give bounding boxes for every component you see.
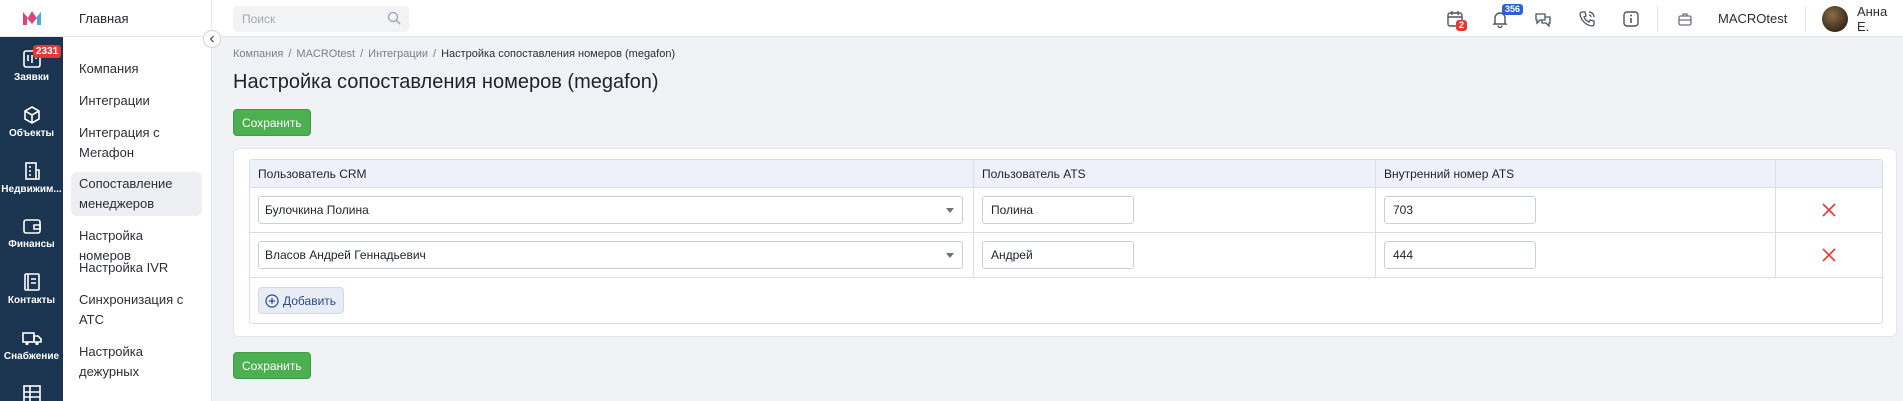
chat-icon xyxy=(1535,13,1551,28)
rail-item-label: Объекты xyxy=(8,128,55,139)
table-header-row: Пользователь CRM Пользователь ATS Внутре… xyxy=(250,160,1882,188)
crm-user-select[interactable]: Булочкина Полина xyxy=(258,196,963,224)
company-name[interactable]: MACROtest xyxy=(1718,0,1787,37)
avatar xyxy=(1822,5,1848,32)
logo-icon xyxy=(22,11,41,25)
add-row-button[interactable]: Добавить xyxy=(258,287,345,314)
page-title: Настройка сопоставления номеров (megafon… xyxy=(233,71,659,93)
crm-user-select[interactable]: Власов Андрей Геннадьевич xyxy=(258,241,963,269)
topbar-divider xyxy=(1657,6,1658,32)
topbar-divider xyxy=(1805,6,1806,32)
delete-row-icon[interactable] xyxy=(1822,203,1836,217)
column-header-actions xyxy=(1776,160,1882,187)
column-header-crm-user: Пользователь CRM xyxy=(250,160,974,187)
add-row-label: Добавить xyxy=(283,293,337,308)
crm-user-cell: Булочкина Полина xyxy=(250,188,974,232)
settings-sidebar: Главная Компания Интеграции Интеграция с… xyxy=(63,0,212,401)
phone-icon xyxy=(1579,11,1595,27)
contacts-icon xyxy=(23,273,40,291)
calendar-button[interactable]: 2 xyxy=(1445,9,1468,31)
plus-circle-icon xyxy=(265,293,279,308)
notifications-badge: 356 xyxy=(1502,4,1524,15)
rail-item-label: Снабжение xyxy=(3,351,60,362)
delete-row-icon[interactable] xyxy=(1822,248,1836,262)
breadcrumb-item[interactable]: Интеграции xyxy=(368,48,428,60)
breadcrumb-item[interactable]: MACROtest xyxy=(296,48,355,60)
chevron-down-icon xyxy=(946,208,954,213)
crm-user-value: Власов Андрей Геннадьевич xyxy=(265,248,426,262)
collapse-sidebar-button[interactable] xyxy=(203,30,221,48)
search-icon xyxy=(387,11,401,25)
sidebar-header[interactable]: Главная xyxy=(63,0,211,37)
rail-item-more[interactable] xyxy=(0,384,63,401)
wallet-icon xyxy=(22,219,41,234)
ats-user-cell xyxy=(974,188,1376,232)
user-name: Анна Е. xyxy=(1856,3,1888,34)
sidebar-item-ivr[interactable]: Настройка IVR xyxy=(71,258,202,278)
mapping-table: Пользователь CRM Пользователь ATS Внутре… xyxy=(249,159,1883,324)
top-bar: Поиск 2 356 MACROtest Анна Е. xyxy=(212,0,1903,37)
sidebar-item-megafon[interactable]: Интеграция с Мегафон xyxy=(71,123,202,163)
notifications-button[interactable]: 356 xyxy=(1490,4,1524,29)
column-header-ats-ext: Внутренний номер ATS xyxy=(1376,160,1776,187)
ats-ext-cell xyxy=(1376,233,1776,277)
building-icon xyxy=(24,162,40,180)
breadcrumb: Компания / MACROtest / Интеграции / Настройка … xyxy=(233,48,676,60)
breadcrumb-current: Настройка сопоставления номеров (megafon… xyxy=(441,48,676,60)
breadcrumb-item[interactable]: Компания xyxy=(233,48,283,60)
rail-item-realty[interactable]: Недвижим... xyxy=(0,161,63,195)
sidebar-item-duty[interactable]: Настройка дежурных xyxy=(71,342,202,382)
table-row: Булочкина Полина xyxy=(250,188,1882,233)
rail-item-label: Заявки xyxy=(14,72,49,83)
sidebar-item-company[interactable]: Компания xyxy=(71,59,202,79)
rail-item-objects[interactable]: Объекты xyxy=(0,105,63,139)
rail-item-supply[interactable]: Снабжение xyxy=(0,328,63,362)
table-footer-row: Добавить xyxy=(250,278,1882,323)
chat-button[interactable] xyxy=(1533,9,1553,29)
table-row: Власов Андрей Геннадьевич xyxy=(250,233,1882,278)
rail-item-finance[interactable]: Финансы xyxy=(0,216,63,250)
app-logo[interactable] xyxy=(0,0,63,37)
mapping-card: Пользователь CRM Пользователь ATS Внутре… xyxy=(233,148,1897,337)
info-button[interactable] xyxy=(1621,9,1641,29)
rail-item-label: Финансы xyxy=(8,239,55,250)
actions-cell xyxy=(1776,233,1882,277)
rail-item-label: Недвижим... xyxy=(1,184,62,195)
truck-icon xyxy=(21,332,42,346)
rail-item-contacts[interactable]: Контакты xyxy=(0,272,63,306)
sidebar-item-manager-mapping[interactable]: Сопоставление менеджеров xyxy=(71,172,202,216)
info-icon xyxy=(1623,11,1639,27)
rail-item-label: Контакты xyxy=(7,295,56,306)
company-icon-wrap xyxy=(1675,9,1695,29)
calendar-badge: 2 xyxy=(1456,20,1468,31)
search-input[interactable]: Поиск xyxy=(233,6,409,32)
column-header-ats-user: Пользователь ATS xyxy=(974,160,1376,187)
grid-icon xyxy=(22,385,41,401)
main-nav-rail: 2331 Заявки Объекты Недвижим... Финансы … xyxy=(0,0,63,401)
user-menu[interactable]: Анна Е. xyxy=(1822,0,1903,37)
chevron-left-icon xyxy=(209,35,214,43)
phone-button[interactable] xyxy=(1577,9,1597,29)
ats-user-cell xyxy=(974,233,1376,277)
sidebar-item-integrations[interactable]: Интеграции xyxy=(71,91,202,111)
ats-ext-input[interactable] xyxy=(1384,241,1536,269)
ats-user-input[interactable] xyxy=(982,241,1134,269)
actions-cell xyxy=(1776,188,1882,232)
cube-icon xyxy=(23,106,40,124)
save-button-top[interactable]: Сохранить xyxy=(233,109,311,136)
requests-badge: 2331 xyxy=(33,45,62,58)
save-button-bottom[interactable]: Сохранить xyxy=(233,352,311,379)
sidebar-item-sync[interactable]: Синхронизация с АТС xyxy=(71,290,202,330)
ats-ext-cell xyxy=(1376,188,1776,232)
chevron-down-icon xyxy=(946,253,954,258)
rail-item-requests[interactable]: 2331 Заявки xyxy=(0,45,63,83)
add-cell: Добавить xyxy=(250,278,1882,323)
ats-user-input[interactable] xyxy=(982,196,1134,224)
briefcase-icon xyxy=(1678,13,1692,26)
search-placeholder: Поиск xyxy=(242,12,276,26)
crm-user-cell: Власов Андрей Геннадьевич xyxy=(250,233,974,277)
crm-user-value: Булочкина Полина xyxy=(265,203,369,217)
ats-ext-input[interactable] xyxy=(1384,196,1536,224)
